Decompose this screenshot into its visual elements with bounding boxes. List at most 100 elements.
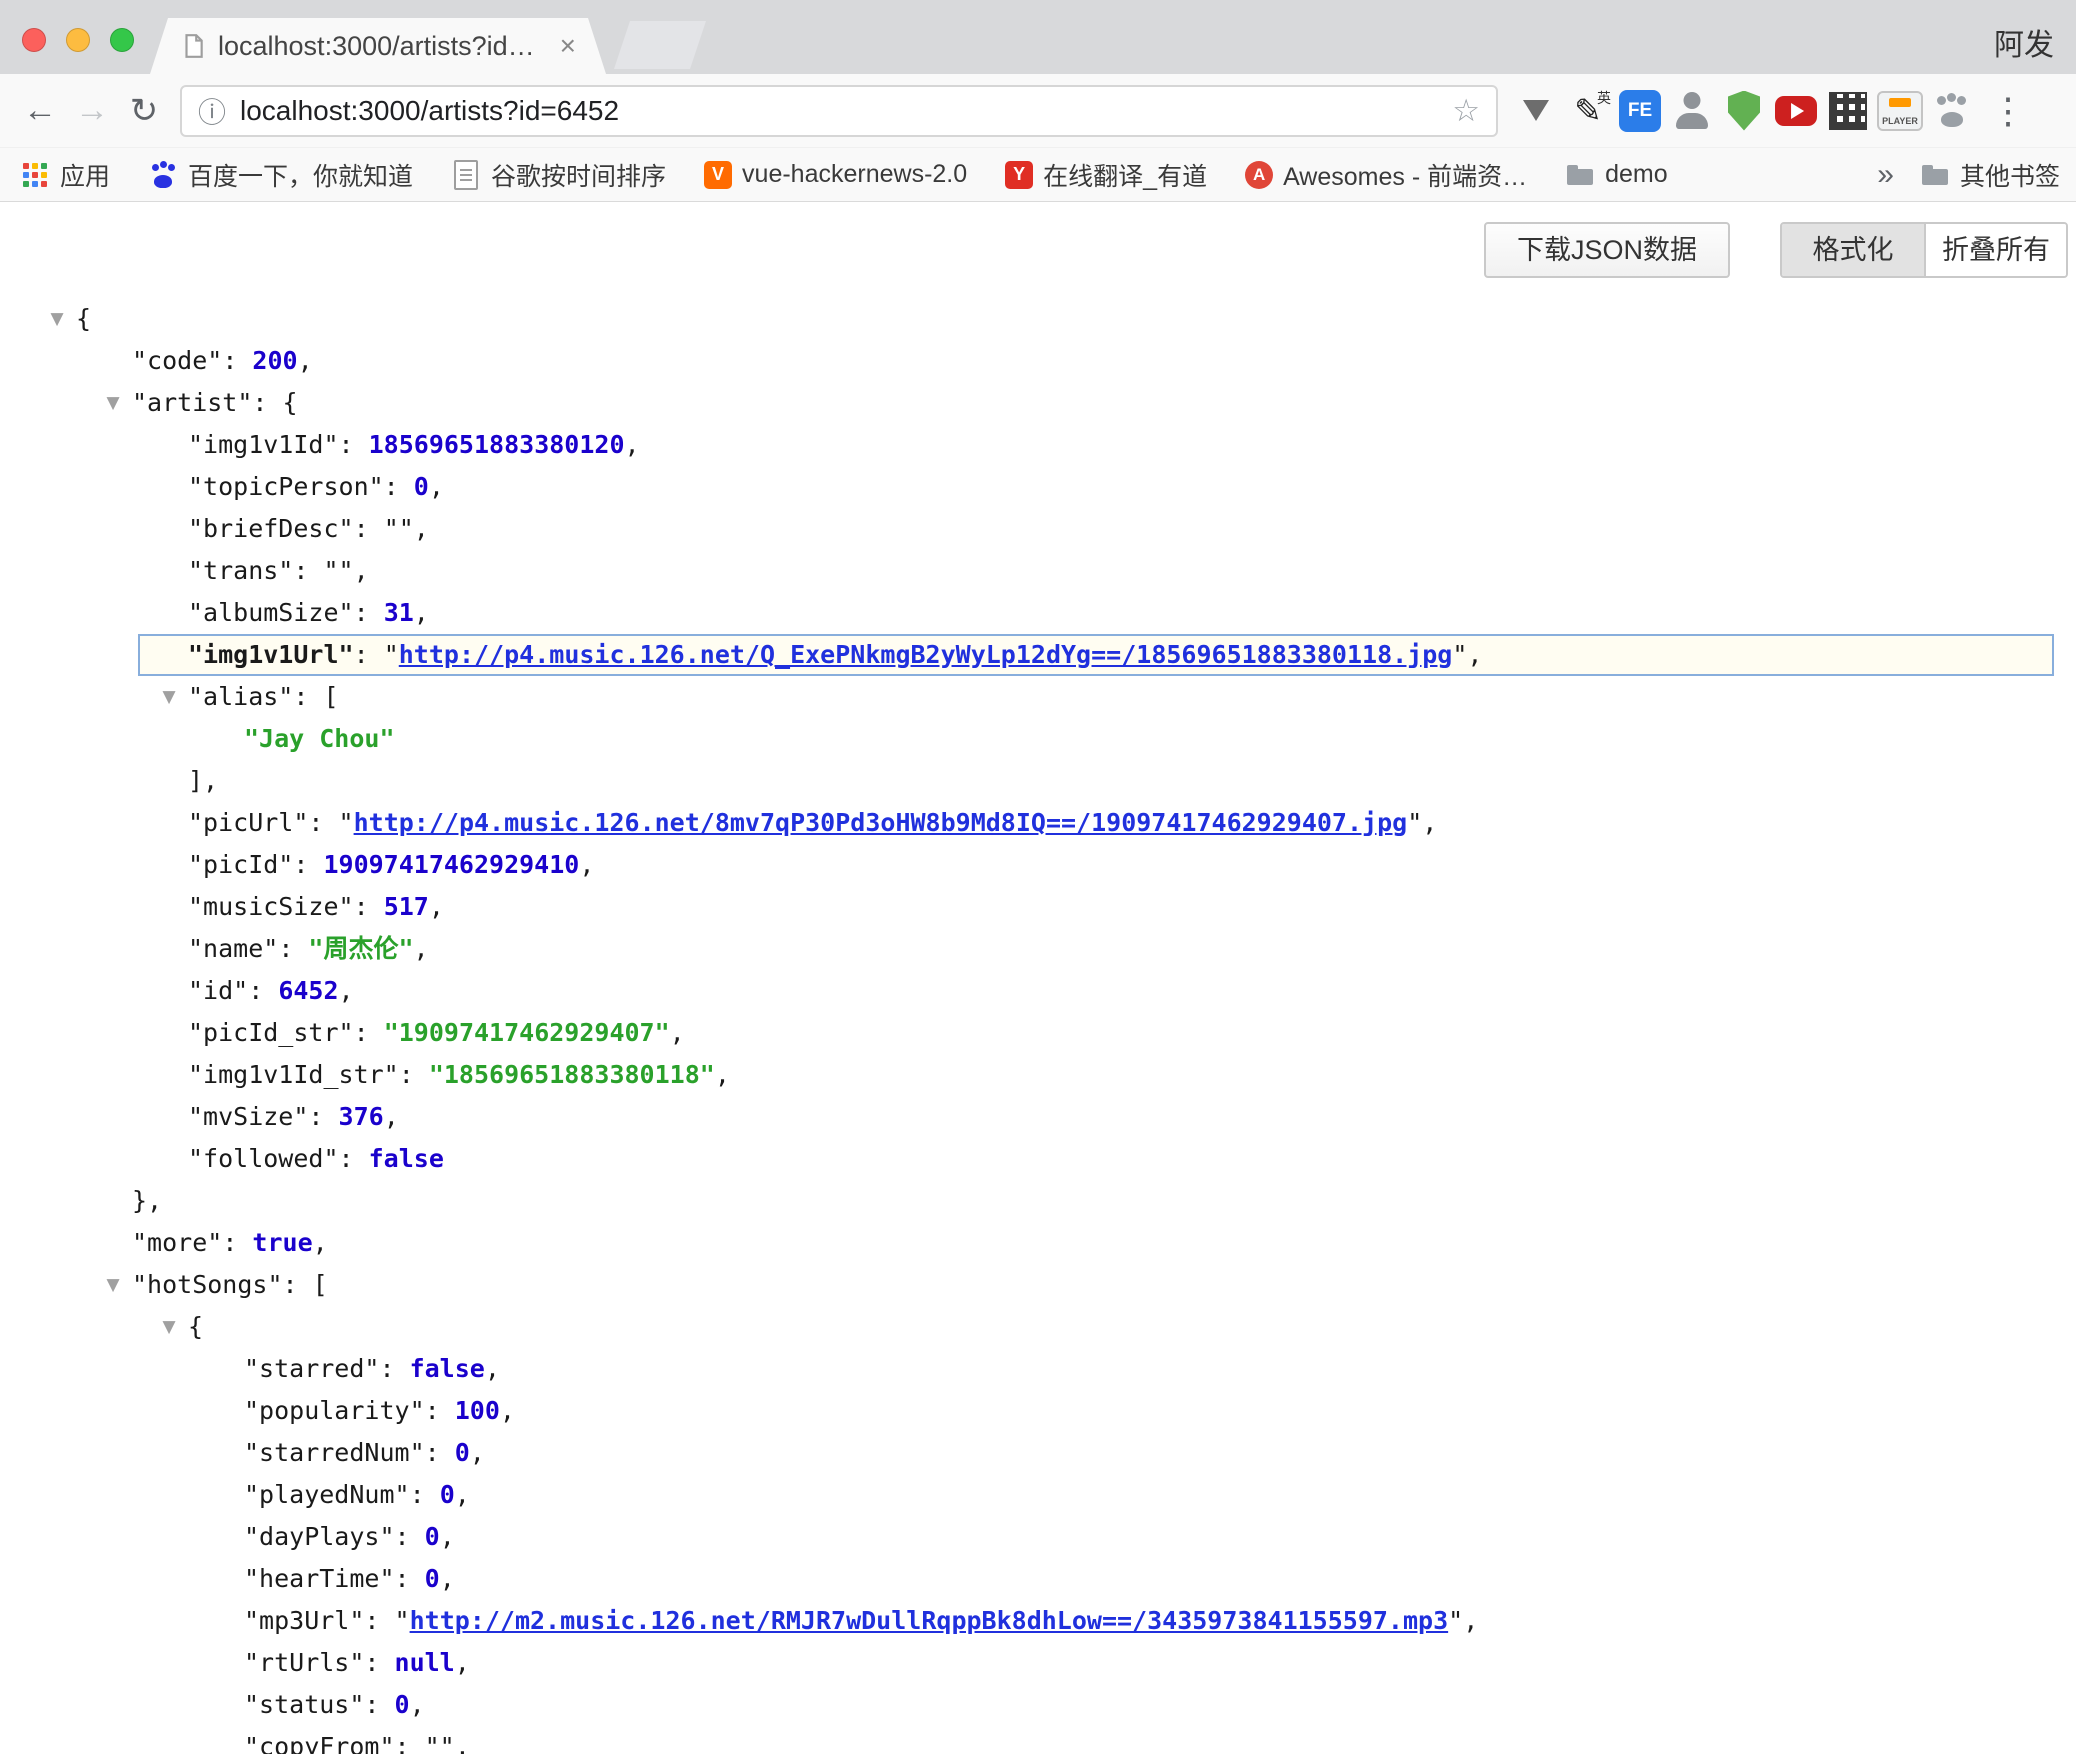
- json-token: false: [369, 1144, 444, 1173]
- json-token: :: [354, 1018, 384, 1047]
- json-token: ,: [485, 1354, 500, 1383]
- extension-glyph: PLAYER: [1876, 116, 1924, 126]
- json-line: "followed": false: [0, 1138, 2076, 1180]
- json-token: :: [425, 1438, 455, 1467]
- json-token: ,: [440, 1564, 455, 1593]
- json-token: 200: [252, 346, 297, 375]
- json-line: "Jay Chou": [0, 718, 2076, 760]
- page-favicon-icon: [180, 33, 206, 59]
- bookmark-item[interactable]: 谷歌按时间排序: [451, 157, 666, 193]
- bookmark-item[interactable]: Y在线翻译_有道: [1005, 157, 1207, 193]
- json-token: "alias": [188, 682, 293, 711]
- bookmark-item[interactable]: Vvue-hackernews-2.0: [704, 160, 967, 189]
- json-line: ▼{: [0, 1306, 2076, 1348]
- collapse-toggle-icon[interactable]: ▼: [98, 1264, 128, 1306]
- browser-toolbar: ← → ↻ ⓘ localhost:3000/artists?id=6452 ☆…: [0, 74, 2076, 148]
- json-token: 31: [384, 598, 414, 627]
- json-token: :: [364, 1648, 394, 1677]
- gesture-arrow-extension-icon[interactable]: [1512, 87, 1560, 135]
- json-token: false: [410, 1354, 485, 1383]
- json-token: ,: [1422, 808, 1437, 837]
- collapse-toggle-icon[interactable]: ▼: [42, 298, 72, 340]
- player-extension-icon[interactable]: PLAYER: [1876, 87, 1924, 135]
- json-token: "albumSize": [188, 598, 354, 627]
- json-token: :: [354, 640, 384, 669]
- json-url-link[interactable]: http://p4.music.126.net/8mv7qP30Pd3oHW8b…: [354, 808, 1408, 837]
- new-tab-button[interactable]: [614, 21, 706, 69]
- json-token: "": [323, 556, 353, 585]
- json-token: :: [222, 346, 252, 375]
- browser-menu-icon[interactable]: ⋮: [1984, 90, 2032, 132]
- folder-icon: [1920, 160, 1950, 190]
- json-line: "musicSize": 517,: [0, 886, 2076, 928]
- other-bookmarks-label: 其他书签: [1960, 157, 2060, 193]
- youtube-extension-icon[interactable]: [1772, 87, 1820, 135]
- bookmark-star-icon[interactable]: ☆: [1452, 93, 1480, 129]
- json-token: [: [313, 1270, 328, 1299]
- tab-strip: localhost:3000/artists?id=645 × 阿发: [0, 0, 2076, 74]
- collapse-toggle-icon[interactable]: ▼: [98, 382, 128, 424]
- json-token: "copyFrom": [244, 1732, 395, 1754]
- extension-glyph: FE: [1628, 100, 1652, 122]
- json-token: :: [293, 682, 323, 711]
- json-token: 0: [425, 1564, 440, 1593]
- json-token: :: [395, 1732, 425, 1754]
- json-token: :: [410, 1480, 440, 1509]
- bookmark-item[interactable]: 百度一下，你就知道: [148, 157, 413, 193]
- json-token: ": [1448, 1606, 1463, 1635]
- json-token: ": [339, 808, 354, 837]
- collapse-all-button[interactable]: 折叠所有: [1924, 224, 2066, 276]
- json-token: ,: [455, 1732, 470, 1754]
- json-token: :: [293, 850, 323, 879]
- json-token: :: [364, 1606, 394, 1635]
- json-token: true: [252, 1228, 312, 1257]
- reload-button[interactable]: ↻: [118, 91, 170, 131]
- translate-pen-extension-icon[interactable]: 英: [1564, 87, 1612, 135]
- json-token: [: [323, 682, 338, 711]
- fe-extension-icon[interactable]: FE: [1619, 90, 1661, 132]
- json-token: "mp3Url": [244, 1606, 364, 1635]
- json-token: 19097417462929410: [323, 850, 579, 879]
- address-bar[interactable]: ⓘ localhost:3000/artists?id=6452 ☆: [180, 85, 1498, 137]
- bookmark-item[interactable]: 应用: [20, 157, 110, 193]
- other-bookmarks[interactable]: 其他书签: [1920, 157, 2060, 193]
- download-json-button[interactable]: 下载JSON数据: [1484, 222, 1730, 278]
- browser-tab[interactable]: localhost:3000/artists?id=645 ×: [150, 18, 606, 74]
- collapse-toggle-icon[interactable]: ▼: [154, 676, 184, 718]
- json-token: ,: [384, 1102, 399, 1131]
- json-token: "rtUrls": [244, 1648, 364, 1677]
- back-button[interactable]: ←: [14, 91, 66, 130]
- format-button[interactable]: 格式化: [1782, 224, 1924, 276]
- forward-button[interactable]: →: [66, 91, 118, 130]
- json-token: "starredNum": [244, 1438, 425, 1467]
- json-url-link[interactable]: http://m2.music.126.net/RMJR7wDullRqppBk…: [410, 1606, 1449, 1635]
- bookmarks-overflow-icon[interactable]: »: [1877, 158, 1894, 192]
- json-url-link[interactable]: http://p4.music.126.net/Q_ExePNkmgB2yWyL…: [399, 640, 1453, 669]
- json-token: :: [222, 1228, 252, 1257]
- profile-name[interactable]: 阿发: [1994, 20, 2054, 64]
- tab-close-icon[interactable]: ×: [560, 32, 576, 60]
- collapse-toggle-icon[interactable]: ▼: [154, 1306, 184, 1348]
- json-token: ,: [455, 1480, 470, 1509]
- json-token: "18569651883380118": [429, 1060, 715, 1089]
- json-token: "more": [132, 1228, 222, 1257]
- json-token: :: [399, 1060, 429, 1089]
- bookmark-item[interactable]: AAwesomes - 前端资…: [1245, 157, 1527, 193]
- json-line: "albumSize": 31,: [0, 592, 2076, 634]
- paw-extension-icon[interactable]: [1928, 87, 1976, 135]
- shield-extension-icon[interactable]: [1720, 87, 1768, 135]
- person-extension-icon[interactable]: [1668, 87, 1716, 135]
- json-token: :: [384, 472, 414, 501]
- minimize-window-button[interactable]: [66, 28, 90, 52]
- fullscreen-window-button[interactable]: [110, 28, 134, 52]
- json-line: ▼"hotSongs": [: [0, 1264, 2076, 1306]
- qr-code-extension-icon[interactable]: [1824, 87, 1872, 135]
- page-info-icon[interactable]: ⓘ: [198, 91, 226, 131]
- json-token: 18569651883380120: [369, 430, 625, 459]
- folder-icon: [1565, 160, 1595, 190]
- json-line: "starredNum": 0,: [0, 1432, 2076, 1474]
- close-window-button[interactable]: [22, 28, 46, 52]
- tab-title: localhost:3000/artists?id=645: [218, 31, 548, 62]
- bookmark-item[interactable]: demo: [1565, 160, 1668, 190]
- page-content: 下载JSON数据 格式化 折叠所有 ▼{"code": 200,▼"artist…: [0, 202, 2076, 1754]
